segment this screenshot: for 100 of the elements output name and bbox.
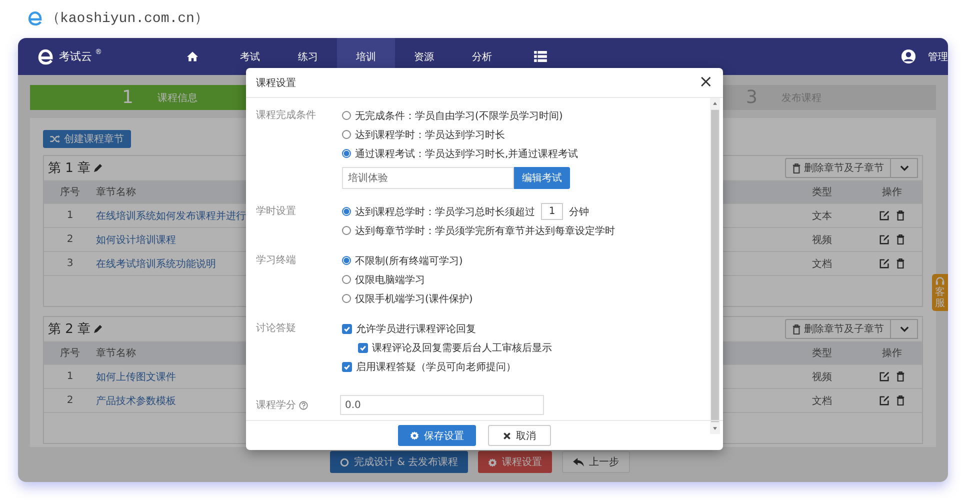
table-cell-text: 视频 <box>811 234 833 246</box>
checkbox[interactable] <box>358 342 368 352</box>
option-label: 启用课程答疑（学员可向老师提问） <box>356 360 516 374</box>
unit-label: 分钟 <box>569 206 589 218</box>
option-label: 仅限电脑端学习 <box>355 274 425 286</box>
radio-button[interactable] <box>342 226 351 235</box>
shuffle-icon <box>50 135 60 143</box>
column-header: 操作 <box>882 348 902 359</box>
gear-icon <box>410 431 419 440</box>
radio-button[interactable] <box>342 130 351 139</box>
finish-button[interactable]: 完成设计 & 去发布课程 <box>330 451 468 473</box>
logo-icon <box>36 48 56 66</box>
column-header: 序号 <box>60 187 80 198</box>
field-label: 学习终端 <box>256 254 297 268</box>
credit-field[interactable]: 0.0 <box>340 395 544 415</box>
table-cell-text: 文档 <box>811 258 833 270</box>
lesson-link[interactable]: 产品技术参数模板 <box>96 396 176 406</box>
caret-icon <box>900 165 908 171</box>
field-label: 讨论答疑 <box>256 322 297 336</box>
gear-icon <box>488 458 498 466</box>
table-cell-text: 1 <box>66 371 74 382</box>
option-label: 不限制(所有终端可学习) <box>355 254 463 268</box>
column-header: 章节名称 <box>96 348 136 359</box>
help-icon[interactable] <box>299 400 308 410</box>
save-button[interactable]: 保存设置 <box>398 425 476 446</box>
delete-chapter-button[interactable]: 删除章节及子章节 <box>785 319 891 339</box>
create-chapter-button[interactable]: 创建课程章节 <box>43 130 131 148</box>
radio-button[interactable] <box>342 256 351 265</box>
dropdown-button[interactable] <box>891 319 918 339</box>
field-label: 学时设置 <box>256 204 297 219</box>
radio-button[interactable] <box>342 149 351 158</box>
chapter-title: 第 1 章 <box>48 160 91 177</box>
option-label: 课程评论及回复需要后台人工审核后显示 <box>372 342 552 354</box>
cancel-button[interactable]: 取消 <box>488 425 551 446</box>
column-header: 序号 <box>60 348 80 359</box>
trash-icon[interactable] <box>896 258 905 269</box>
table-cell-text: 2 <box>66 234 74 245</box>
exam-field[interactable]: 培训体验 <box>342 167 514 189</box>
checkbox[interactable] <box>342 324 352 334</box>
column-header: 类型 <box>812 348 832 359</box>
close-icon <box>503 432 511 440</box>
option-label: 达到课程总学时：学员学习总时长须超过 <box>355 206 535 218</box>
pencil-icon <box>92 163 103 173</box>
logo-icon <box>27 10 44 26</box>
back-button[interactable]: 上一步 <box>562 451 630 473</box>
table-cell-text: 2 <box>66 395 74 406</box>
lesson-link[interactable]: 如何设计培训课程 <box>96 234 176 246</box>
table-cell-text: 视频 <box>811 370 833 384</box>
reply-icon <box>573 458 584 466</box>
trash-icon[interactable] <box>896 210 905 221</box>
home-icon[interactable] <box>186 51 198 62</box>
edit-icon[interactable] <box>879 210 890 221</box>
caret-icon <box>900 326 908 332</box>
trash-icon <box>792 324 801 334</box>
trash-icon[interactable] <box>896 395 905 406</box>
option-label: 仅限手机端学习(课件保护) <box>355 292 473 306</box>
field-label: 课程学分 <box>256 398 296 412</box>
check-icon <box>343 324 351 332</box>
site-caption: （kaoshiyun.com.cn） <box>46 10 208 27</box>
edit-icon[interactable] <box>879 258 890 269</box>
table-cell-text: 文档 <box>811 394 833 408</box>
trash-icon <box>792 162 801 174</box>
table-cell-text: 1 <box>66 210 74 221</box>
radio-button[interactable] <box>342 275 351 284</box>
trash-icon[interactable] <box>896 371 905 382</box>
lesson-link[interactable]: 如何上传图文课件 <box>96 372 176 382</box>
option-label: 达到课程学时：学员达到学习时长 <box>355 128 505 142</box>
option-label: 达到每章节学时：学员须学完所有章节并达到每章设定学时 <box>355 224 615 238</box>
table-cell-text: 3 <box>66 258 74 269</box>
option-label: 无完成条件：学员自由学习(不限学员学习时间) <box>355 110 563 122</box>
trash-icon[interactable] <box>896 234 905 245</box>
pencil-icon <box>92 324 103 334</box>
minutes-field[interactable]: 1 <box>541 203 563 220</box>
dropdown-button[interactable] <box>891 158 918 178</box>
scrollbar[interactable] <box>710 98 720 434</box>
edit-icon[interactable] <box>879 234 890 245</box>
edit-exam-button[interactable]: 编辑考试 <box>514 167 570 189</box>
circle-icon <box>340 458 349 466</box>
lesson-link[interactable]: 在线培训系统如何发布课程并进行 <box>96 210 246 222</box>
radio-button[interactable] <box>342 294 351 303</box>
chapter-title: 第 2 章 <box>48 321 91 338</box>
close-button[interactable]: × <box>698 74 713 91</box>
user-menu-link[interactable]: 管理 <box>928 50 948 64</box>
settings-button[interactable]: 课程设置 <box>478 451 552 473</box>
menu-icon[interactable] <box>534 51 546 62</box>
radio-button[interactable] <box>342 207 351 216</box>
delete-chapter-button[interactable]: 删除章节及子章节 <box>785 158 891 178</box>
checkbox[interactable] <box>342 362 352 372</box>
table-cell-text: 文本 <box>811 210 833 222</box>
lesson-link[interactable]: 在线考试培训系统功能说明 <box>96 258 216 270</box>
edit-icon[interactable] <box>879 371 890 382</box>
edit-icon[interactable] <box>879 395 890 406</box>
column-header: 类型 <box>812 187 832 198</box>
user-icon[interactable] <box>901 49 916 64</box>
column-header: 操作 <box>882 187 902 198</box>
brand-name: 考试云 <box>59 49 92 64</box>
option-label: 允许学员进行课程评论回复 <box>356 322 476 336</box>
column-header: 章节名称 <box>96 187 136 198</box>
headset-icon <box>935 276 945 286</box>
radio-button[interactable] <box>342 111 351 120</box>
